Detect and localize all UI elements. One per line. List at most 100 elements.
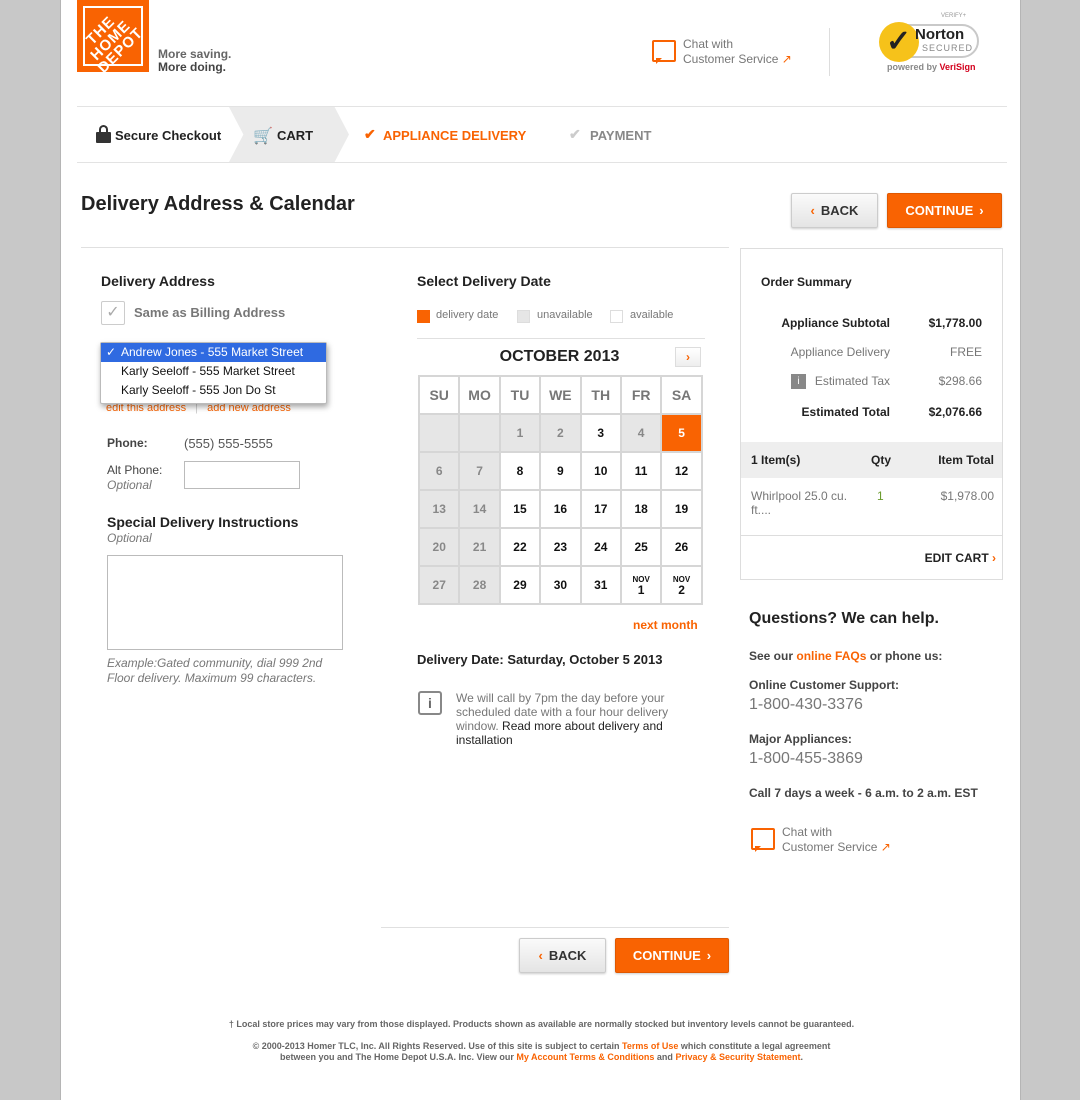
step-cart[interactable]: CART <box>277 128 313 143</box>
step-payment: PAYMENT <box>590 128 652 143</box>
calendar-day-number: 22 <box>513 540 527 554</box>
address-select-dropdown[interactable]: ✓ Andrew Jones - 555 Market Street Karly … <box>100 342 327 404</box>
calendar-day[interactable]: 31 <box>580 566 621 604</box>
chat-line-2: Customer Service <box>782 840 878 854</box>
delivery-value: FREE <box>949 345 982 359</box>
info-icon: i <box>418 691 442 715</box>
same-as-billing-checkbox[interactable]: ✓ <box>101 301 125 325</box>
calendar-day[interactable]: 23 <box>540 528 581 566</box>
calendar-day[interactable]: 3 <box>580 414 621 452</box>
calendar-day-number: 30 <box>553 578 568 592</box>
calendar-day-header: MO <box>459 376 500 414</box>
back-button-top[interactable]: ‹ BACK <box>791 193 878 228</box>
continue-button-bottom[interactable]: CONTINUE › <box>615 938 729 973</box>
calendar-day[interactable]: 9 <box>540 452 581 490</box>
subtotal-label: Appliance Subtotal <box>781 316 890 330</box>
privacy-statement-link[interactable]: Privacy & Security Statement <box>675 1052 800 1062</box>
calendar-day[interactable]: 18 <box>620 490 662 528</box>
subtotal-value: $1,778.00 <box>928 316 982 330</box>
special-instructions-heading: Special Delivery Instructions <box>107 514 299 530</box>
calendar-next-arrow[interactable]: › <box>675 347 701 367</box>
page-title: Delivery Address & Calendar <box>81 193 355 215</box>
calendar-day[interactable]: 11 <box>620 452 662 490</box>
external-arrow-icon: ↗ <box>880 840 891 854</box>
calendar-day-number: 28 <box>472 578 487 592</box>
calendar-day[interactable]: 17 <box>580 490 621 528</box>
calendar-day[interactable]: 25 <box>620 528 662 566</box>
edit-cart-link[interactable]: EDIT CART › <box>925 551 996 565</box>
calendar-month-title: OCTOBER 2013 <box>499 348 620 365</box>
calendar-day[interactable]: 15 <box>499 490 541 528</box>
calendar-day-header: TH <box>580 376 621 414</box>
calendar-day[interactable]: NOV 1 <box>620 566 662 604</box>
my-account-terms-link[interactable]: My Account Terms & Conditions <box>516 1052 654 1062</box>
tagline: More saving. More doing. <box>158 48 231 74</box>
footer-legal-line-1: © 2000-2013 Homer TLC, Inc. All Rights R… <box>252 1041 831 1051</box>
calendar-divider <box>417 338 705 339</box>
calendar-day <box>419 414 460 452</box>
calendar-day[interactable]: 19 <box>661 490 702 528</box>
calendar-day[interactable]: 12 <box>661 452 702 490</box>
legend-delivery-swatch <box>417 310 430 323</box>
calendar-day[interactable]: 10 <box>580 452 621 490</box>
calendar-day-number: 1 <box>516 426 524 440</box>
alt-phone-input[interactable] <box>184 461 300 489</box>
online-support-label: Online Customer Support: <box>749 678 899 692</box>
calendar-day-number: 15 <box>513 502 527 516</box>
item-total: $1,978.00 <box>940 489 994 503</box>
header-chat-link[interactable]: Chat with Customer Service ↗ <box>652 37 792 66</box>
special-instructions-textarea[interactable] <box>107 555 343 650</box>
address-option[interactable]: Karly Seeloff - 555 Jon Do St <box>101 381 326 400</box>
powered-by-verisign: powered by VeriSign <box>887 62 976 72</box>
terms-of-use-link[interactable]: Terms of Use <box>622 1041 678 1051</box>
calendar-day-selected[interactable]: 5 <box>661 414 702 452</box>
tagline-line-2: More doing. <box>158 60 226 74</box>
calendar-day[interactable]: 30 <box>540 566 581 604</box>
back-button-bottom[interactable]: ‹ BACK <box>519 938 606 973</box>
chat-line-1: Chat with <box>683 37 734 51</box>
calendar-day[interactable]: 24 <box>580 528 621 566</box>
items-header-row: 1 Item(s) Qty Item Total <box>741 442 1002 478</box>
item-name[interactable]: Whirlpool 25.0 cu. ft.... <box>751 489 861 517</box>
legend-unavailable-label: unavailable <box>537 309 593 321</box>
items-count: 1 Item(s) <box>751 453 801 467</box>
continue-button-top[interactable]: CONTINUE › <box>887 193 1002 228</box>
address-option[interactable]: Karly Seeloff - 555 Market Street <box>101 362 326 381</box>
norton-name: Norton <box>915 26 965 43</box>
alt-phone-label: Alt Phone: <box>107 463 163 477</box>
chevron-right-icon: › <box>979 203 984 218</box>
external-arrow-icon: ↗ <box>781 52 792 66</box>
calendar-day-number: 20 <box>432 540 446 554</box>
calendar-day[interactable]: NOV 2 <box>661 566 702 604</box>
calendar-day: 14 <box>459 490 500 528</box>
major-appliances-label: Major Appliances: <box>749 732 852 746</box>
item-total-header: Item Total <box>938 453 994 467</box>
legend-available-label: available <box>630 309 674 321</box>
calendar-day[interactable]: 29 <box>499 566 541 604</box>
calendar-day-header: FR <box>620 376 662 414</box>
tax-info-icon[interactable]: i <box>791 374 806 389</box>
calendar-day[interactable]: 8 <box>499 452 541 490</box>
online-faqs-link[interactable]: online FAQs <box>796 649 866 663</box>
calendar-day-number: 18 <box>634 502 648 516</box>
calendar-day-number: 21 <box>472 540 487 554</box>
phone-label: Phone: <box>107 436 148 450</box>
calendar-day[interactable]: 26 <box>661 528 702 566</box>
lock-icon <box>96 125 111 143</box>
delivery-date-summary: Delivery Date: Saturday, October 5 2013 <box>417 652 663 667</box>
calendar-day-number: 14 <box>472 502 487 516</box>
calendar-day-number: 8 <box>516 464 524 478</box>
qty-header: Qty <box>871 453 892 467</box>
help-chat-link[interactable]: Chat with Customer Service ↗ <box>751 825 891 854</box>
calendar-day[interactable]: 16 <box>540 490 581 528</box>
next-month-link[interactable]: next month <box>633 618 698 632</box>
total-value: $2,076.66 <box>928 405 982 419</box>
item-qty: 1 <box>877 489 884 503</box>
address-option[interactable]: ✓ Andrew Jones - 555 Market Street <box>101 343 326 362</box>
special-instructions-optional: Optional <box>107 531 152 545</box>
norton-secured: SECURED <box>922 43 974 53</box>
calendar-day[interactable]: 22 <box>499 528 541 566</box>
home-depot-logo[interactable]: THE HOME DEPOT <box>77 0 149 72</box>
calendar-day-number: 23 <box>553 540 568 554</box>
calendar-day-number: 17 <box>594 502 608 516</box>
